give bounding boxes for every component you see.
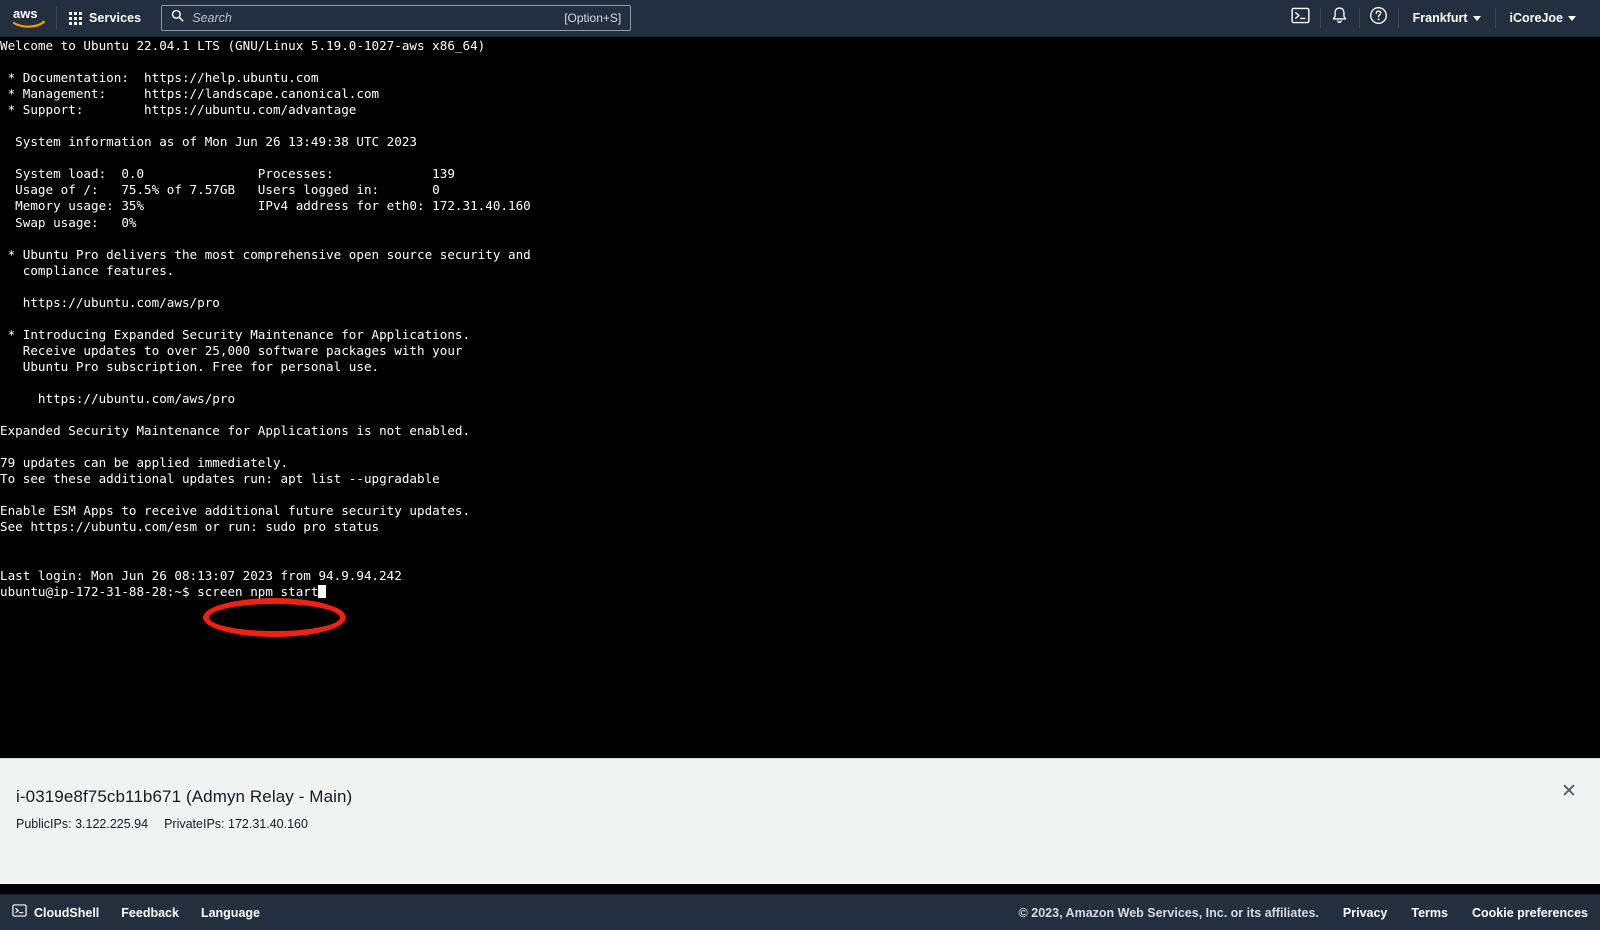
footer-language-link[interactable]: Language <box>201 906 260 920</box>
region-selector[interactable]: Frankfurt <box>1399 0 1495 37</box>
terminal-command: screen npm start <box>197 583 319 599</box>
terminal-cursor <box>318 584 327 598</box>
instance-title: i-0319e8f75cb11b671 (Admyn Relay - Main) <box>16 787 353 806</box>
global-search-box[interactable]: [Option+S] <box>161 5 632 31</box>
account-menu[interactable]: iCoreJoe <box>1496 0 1591 37</box>
cloudshell-icon <box>1291 6 1310 30</box>
footer-terms-link[interactable]: Terms <box>1411 906 1448 920</box>
services-menu-button[interactable]: Services <box>61 3 149 33</box>
cloudshell-icon <box>12 903 27 923</box>
instance-detail-panel: i-0319e8f75cb11b671 (Admyn Relay - Main)… <box>0 758 1600 884</box>
terminal-text: Welcome to Ubuntu 22.04.1 LTS (GNU/Linux… <box>0 37 1600 600</box>
private-ip-label: PrivateIPs: <box>164 817 225 831</box>
chevron-down-icon <box>1568 15 1576 21</box>
footer-bar: CloudShell Feedback Language © 2023, Ama… <box>0 894 1600 930</box>
public-ip-label: PublicIPs: <box>16 817 72 831</box>
top-navigation-bar: aws Services [Option+S] <box>0 0 1600 37</box>
terminal-prompt: ubuntu@ip-172-31-88-28:~$ <box>0 583 198 599</box>
nav-right-group: Frankfurt iCoreJoe <box>1282 0 1600 37</box>
footer-cloudshell-button[interactable]: CloudShell <box>12 903 99 923</box>
private-ip-group: PrivateIPs: 172.31.40.160 <box>164 817 308 831</box>
bell-icon <box>1330 6 1349 30</box>
close-icon[interactable]: ✕ <box>1555 777 1583 805</box>
notifications-button[interactable] <box>1321 0 1359 37</box>
account-label: iCoreJoe <box>1509 11 1564 25</box>
instance-ip-row: PublicIPs: 3.122.225.94 PrivateIPs: 172.… <box>16 817 1600 831</box>
public-ip-value: 3.122.225.94 <box>75 817 149 831</box>
terminal-output-area[interactable]: Welcome to Ubuntu 22.04.1 LTS (GNU/Linux… <box>0 37 1600 758</box>
aws-console-page: aws Services [Option+S] <box>0 0 1600 930</box>
annotation-ellipse <box>203 598 346 637</box>
footer-cloudshell-label: CloudShell <box>34 905 100 920</box>
region-label: Frankfurt <box>1412 11 1468 25</box>
footer-left-group: CloudShell Feedback Language <box>12 903 260 923</box>
cloudshell-icon-button[interactable] <box>1282 0 1320 37</box>
chevron-down-icon <box>1472 15 1481 21</box>
footer-cookie-preferences-link[interactable]: Cookie preferences <box>1472 906 1588 920</box>
nav-divider <box>56 7 57 29</box>
footer-right-group: © 2023, Amazon Web Services, Inc. or its… <box>1019 906 1588 920</box>
terminal-login-banner: Welcome to Ubuntu 22.04.1 LTS (GNU/Linux… <box>0 38 531 583</box>
footer-feedback-link[interactable]: Feedback <box>121 906 179 920</box>
search-input[interactable] <box>192 11 559 25</box>
footer-privacy-link[interactable]: Privacy <box>1343 906 1387 920</box>
public-ip-group: PublicIPs: 3.122.225.94 <box>16 817 148 831</box>
footer-copyright: © 2023, Amazon Web Services, Inc. or its… <box>1018 905 1319 920</box>
grid-icon <box>69 11 82 25</box>
search-icon <box>171 9 184 27</box>
aws-logo[interactable]: aws <box>0 0 52 37</box>
private-ip-value: 172.31.40.160 <box>228 817 308 831</box>
help-button[interactable] <box>1360 0 1398 37</box>
question-circle-icon <box>1369 6 1388 30</box>
search-shortcut-hint: [Option+S] <box>564 11 622 25</box>
services-label: Services <box>89 11 142 25</box>
svg-text:aws: aws <box>13 6 38 21</box>
